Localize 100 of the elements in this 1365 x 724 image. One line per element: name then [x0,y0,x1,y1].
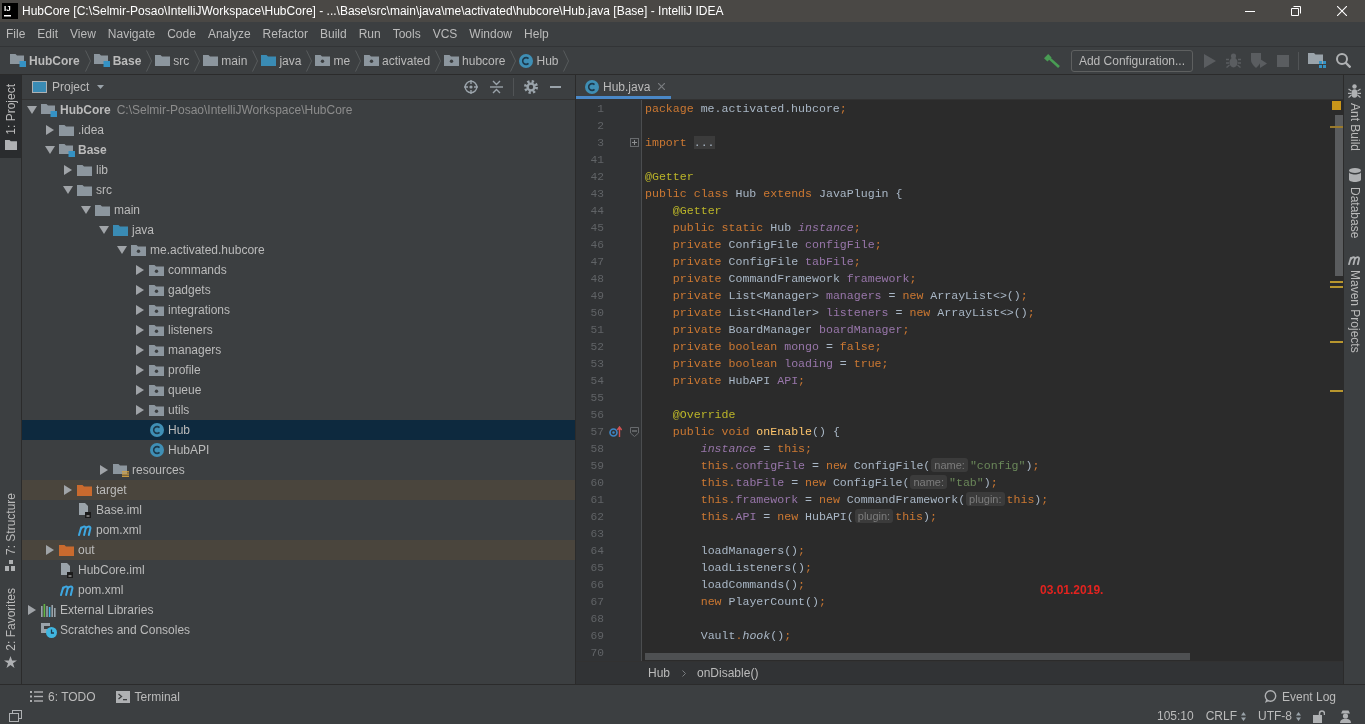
tree-item[interactable]: out [58,540,95,560]
collapsed-arrow-icon[interactable] [135,285,144,295]
collapsed-arrow-icon[interactable] [45,545,54,555]
tool-window-tab[interactable]: Maven Projects [1344,246,1365,362]
expanded-arrow-icon[interactable] [26,106,37,114]
tree-item[interactable]: integrations [148,300,231,320]
tree-item[interactable]: External Libraries [40,600,154,620]
caret-position[interactable]: 105:10 [1156,709,1194,723]
folder-grid-icon[interactable] [1308,53,1326,68]
tree-item[interactable]: pom.xml [76,520,142,540]
tree-item[interactable]: commands [148,260,227,280]
tree-item[interactable]: utils [148,400,190,420]
tool-window-tab[interactable]: 1: Project [0,75,21,158]
collapsed-arrow-icon[interactable] [45,125,54,135]
tree-item[interactable]: lib [76,160,108,180]
menu-item[interactable]: Run [352,25,387,43]
tree-item[interactable]: me.activated.hubcore [130,240,265,260]
expanded-arrow-icon[interactable] [44,146,55,154]
collapsed-arrow-icon[interactable] [135,265,144,275]
tool-window-tab[interactable]: 2: Favorites [0,579,21,676]
expanded-arrow-icon[interactable] [80,206,91,214]
menu-item[interactable]: Navigate [101,25,162,43]
tree-item[interactable]: HubCore.iml [58,560,145,580]
tool-window-tab[interactable]: Database [1344,159,1365,247]
menu-item[interactable]: Refactor [256,25,314,43]
open-padlock-icon[interactable] [1313,709,1325,723]
tree-item[interactable]: .idea [58,120,105,140]
tree-item[interactable]: target [76,480,127,500]
tree-item[interactable]: Base [58,140,107,160]
breadcrumb-item[interactable]: HubCore [10,53,80,68]
collapse-all-icon[interactable] [490,80,503,94]
tree-item[interactable]: managers [148,340,222,360]
breadcrumb-item[interactable]: Hub [648,666,670,680]
figure-icon[interactable] [1339,709,1352,723]
menu-item[interactable]: View [64,25,102,43]
tree-item[interactable]: Hub [148,420,190,440]
breadcrumb-item[interactable]: Base [93,53,142,68]
collapsed-arrow-icon[interactable] [27,605,36,615]
breadcrumb-item[interactable]: main [203,53,248,68]
tool-window-tab[interactable]: 7: Structure [0,484,21,580]
menu-item[interactable]: VCS [426,25,464,43]
collapsed-arrow-icon[interactable] [135,365,144,375]
menu-item[interactable]: Edit [31,25,65,43]
tree-item[interactable]: profile [148,360,201,380]
tool-window-tab[interactable]: Terminal [110,686,185,707]
menu-item[interactable]: Build [313,25,353,43]
minimize-icon[interactable] [1245,10,1255,12]
expanded-arrow-icon[interactable] [98,226,109,234]
tree-item[interactable]: pom.xml [58,580,124,600]
tree-item[interactable]: listeners [148,320,213,340]
scrollbar-thumb[interactable] [645,653,1190,660]
restore-icon[interactable] [1291,6,1301,16]
project-view-selector[interactable]: Project [52,80,90,94]
collapsed-arrow-icon[interactable] [63,165,72,175]
tree-item[interactable]: resources [112,460,185,480]
add-configuration-button[interactable]: Add Configuration... [1070,49,1193,72]
tree-item[interactable]: src [76,180,112,200]
menu-item[interactable]: File [0,25,32,43]
tree-item[interactable]: HubAPI [148,440,210,460]
tool-window-tab[interactable]: 6: TODO [25,686,101,707]
breadcrumb-item[interactable]: src [155,53,190,68]
breadcrumb-item[interactable]: hubcore [444,53,506,68]
menu-item[interactable]: Window [463,25,519,43]
expanded-arrow-icon[interactable] [62,186,73,194]
search-icon[interactable] [1336,53,1351,68]
breadcrumb-item[interactable]: activated [364,53,431,68]
settings-icon[interactable] [524,80,538,94]
event-log-button[interactable]: Event Log [1263,689,1336,704]
circle-arrow-icon[interactable] [609,426,622,437]
collapsed-arrow-icon[interactable] [135,405,144,415]
tree-item[interactable]: Base.iml [76,500,142,520]
encoding-selector[interactable]: UTF-8 [1258,709,1301,723]
tree-item[interactable]: Scratches and Consoles [40,620,191,640]
breadcrumb-item[interactable]: me [315,53,351,68]
tree-item[interactable]: gadgets [148,280,211,300]
tree-item[interactable]: queue [148,380,202,400]
scrollbar-thumb[interactable] [1335,115,1343,276]
fold-plus-icon[interactable] [629,138,639,147]
tree-item[interactable]: java [112,220,154,240]
crosshair-icon[interactable] [464,80,478,94]
line-separator-selector[interactable]: CRLF [1205,709,1246,723]
collapsed-arrow-icon[interactable] [135,325,144,335]
expanded-arrow-icon[interactable] [116,246,127,254]
hammer-icon[interactable] [1043,53,1060,68]
caret-icon[interactable] [97,85,105,89]
breadcrumb-item[interactable]: Hub [519,53,559,68]
menu-item[interactable]: Code [161,25,202,43]
menu-item[interactable]: Help [518,25,555,43]
breadcrumb-item[interactable]: java [261,53,302,68]
collapsed-arrow-icon[interactable] [63,485,72,495]
collapsed-arrow-icon[interactable] [135,385,144,395]
menu-item[interactable]: Tools [386,25,427,43]
menu-item[interactable]: Analyze [201,25,257,43]
tree-item[interactable]: HubCore C:\Selmir-Posao\IntelliJWorkspace\HubCore [40,100,353,120]
panels-icon[interactable] [9,710,22,722]
collapsed-arrow-icon[interactable] [135,305,144,315]
collapsed-arrow-icon[interactable] [135,345,144,355]
tool-window-tab[interactable]: Ant Build [1344,75,1365,160]
breadcrumb-item[interactable]: onDisable() [697,666,759,680]
tree-item[interactable]: main [94,200,140,220]
